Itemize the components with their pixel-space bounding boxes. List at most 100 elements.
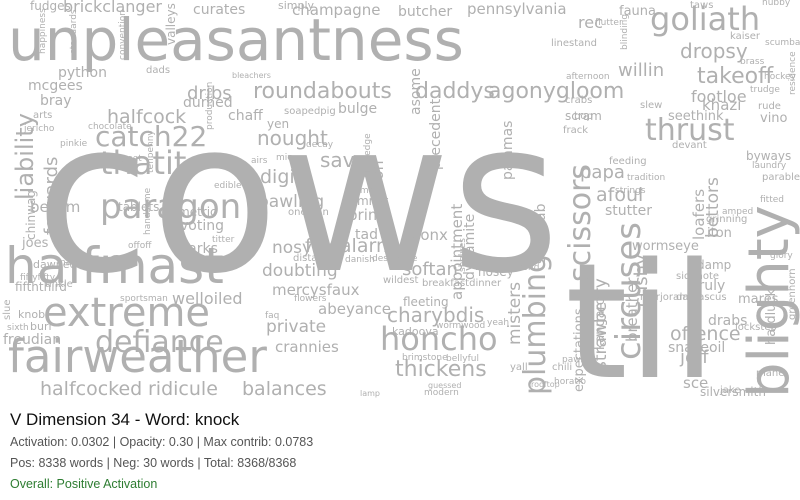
word-sixth: sixth [7,323,29,333]
word-devant: devant [672,140,707,151]
word-tradition: tradition [627,173,665,183]
word-production: production [205,82,215,130]
word-metric: metric [178,205,217,219]
word-pajamas: pajamas [500,121,516,180]
word-mcgees: mcgees [28,78,83,94]
word-tablets: tablets [118,200,159,214]
word-airs: airs [251,156,268,166]
word-happiness: happiness [38,8,48,54]
word-wormwood: wormwood [436,321,485,331]
word-taws: taws [690,0,713,11]
word-abeyance: abeyance [318,300,391,318]
word-freudian: freudian [3,332,61,348]
word-simply: simply [278,0,315,12]
word-sportsman: sportsman [120,294,168,304]
word-precedent: precedent [428,98,444,170]
word-willin: willin [618,60,664,81]
word-decay: decay [306,140,334,150]
word-cloud: cows til unpleasantness halfmast fairwea… [0,0,800,400]
word-guessed: guessed [428,381,461,390]
dimension-title: V Dimension 34 - Word: knock [10,410,240,429]
word-lamp: lamp [360,389,380,398]
word-kaiser: kaiser [730,31,761,42]
word-footloe: footloe [691,87,747,106]
word-chinwag: chinwag [24,190,38,240]
word-kangaroo: kangaroo [593,289,608,350]
word-mic: mic [276,153,292,163]
word-forwards: forwards [41,157,62,235]
word-trudge: trudge [750,85,780,95]
activation-status: Overall: Positive Activation [10,477,158,491]
word-yeah: yeah [487,318,509,328]
word-standards: standards [69,9,79,54]
word-misters: misters [505,282,525,345]
word-bellyful: bellyful [446,354,479,364]
word-seethink: seethink [668,109,724,124]
word-crannies: crannies [275,338,339,356]
word-tenpenny: tenpenny [146,130,156,173]
word-shotstab: shotstab [533,203,549,264]
word-sidenote: sidenote [676,271,719,282]
word-damascus: damascus [676,292,727,303]
word-dropsy: dropsy [680,39,748,63]
word-voting: voting [180,218,224,234]
word-wildest: wildest [383,275,418,286]
word-brimstone: brimstone [402,353,448,363]
word-laundry: laundry [752,161,787,171]
word-slew: slew [640,100,662,111]
info-panel: V Dimension 34 - Word: knock Activation:… [10,408,790,494]
word-joes: joes [21,236,49,251]
word-yall: yall [510,362,528,373]
word-counts: Pos: 8338 words | Neg: 30 words | Total:… [10,456,297,470]
word-brass: brass [740,57,765,67]
word-hockey: hockey [764,72,797,82]
word-fitted: fitted [760,195,784,205]
word-drama: drama [345,186,374,196]
word-paws: paws [562,355,586,365]
word-jericho: jericho [23,124,55,134]
word-burl: burl [30,320,52,333]
word-fudges: fudges [30,0,71,13]
word-edible: edible [214,181,242,191]
word-stutter: stutter [605,203,652,219]
word-defiance: defiance [95,325,224,360]
word-arts: arts [33,110,52,121]
word-titter: titter [212,235,235,245]
word-diamond: diamond [500,263,539,273]
word-digits: digits [260,166,312,188]
word-sav: sav [320,148,355,172]
word-damp: damp [697,258,731,272]
word-doubting: doubting [262,261,338,281]
word-pennsylvania: pennsylvania [467,0,567,18]
word-greet: greet [118,154,142,164]
word-halfcocked: halfcocked [40,378,142,400]
word-flutter: flutter [595,18,623,28]
word-hubby: hubby [762,0,791,8]
word-bray: bray [40,93,72,109]
word-offoff: offoff [128,241,152,251]
word-dads: dads [146,65,170,76]
word-oneman: oneman [288,207,329,218]
word-breather: breather [623,277,641,342]
word-rooftop: rooftop [531,380,560,389]
word-scumbag: scumbag [765,38,800,48]
word-snakeoil: snakeoil [668,340,725,356]
word-chocolate: chocolate [88,122,132,132]
word-pinkie: pinkie [60,139,88,149]
word-parables: parables [762,172,800,183]
word-desperate: desperate [372,254,418,264]
word-afternoon: afternoon [566,72,610,82]
word-yen: yen [267,117,289,131]
word-fleeting: fleeting [403,295,449,309]
word-shelves: shelves [458,238,468,272]
word-mane: mane [756,368,784,379]
word-greenhorn: greenhorn [787,268,798,320]
word-handsome: handsome [143,187,153,235]
word-breakfastdinner: breakfastdinner [422,278,502,289]
word-feeding: feeding [609,156,647,167]
word-lockstep: lockstep [735,322,777,333]
word-dammit: dammit [342,194,389,208]
word-faq: faq [265,311,279,321]
word-knifeedge: knifeedge [363,133,373,178]
word-distant: distant [293,253,328,264]
